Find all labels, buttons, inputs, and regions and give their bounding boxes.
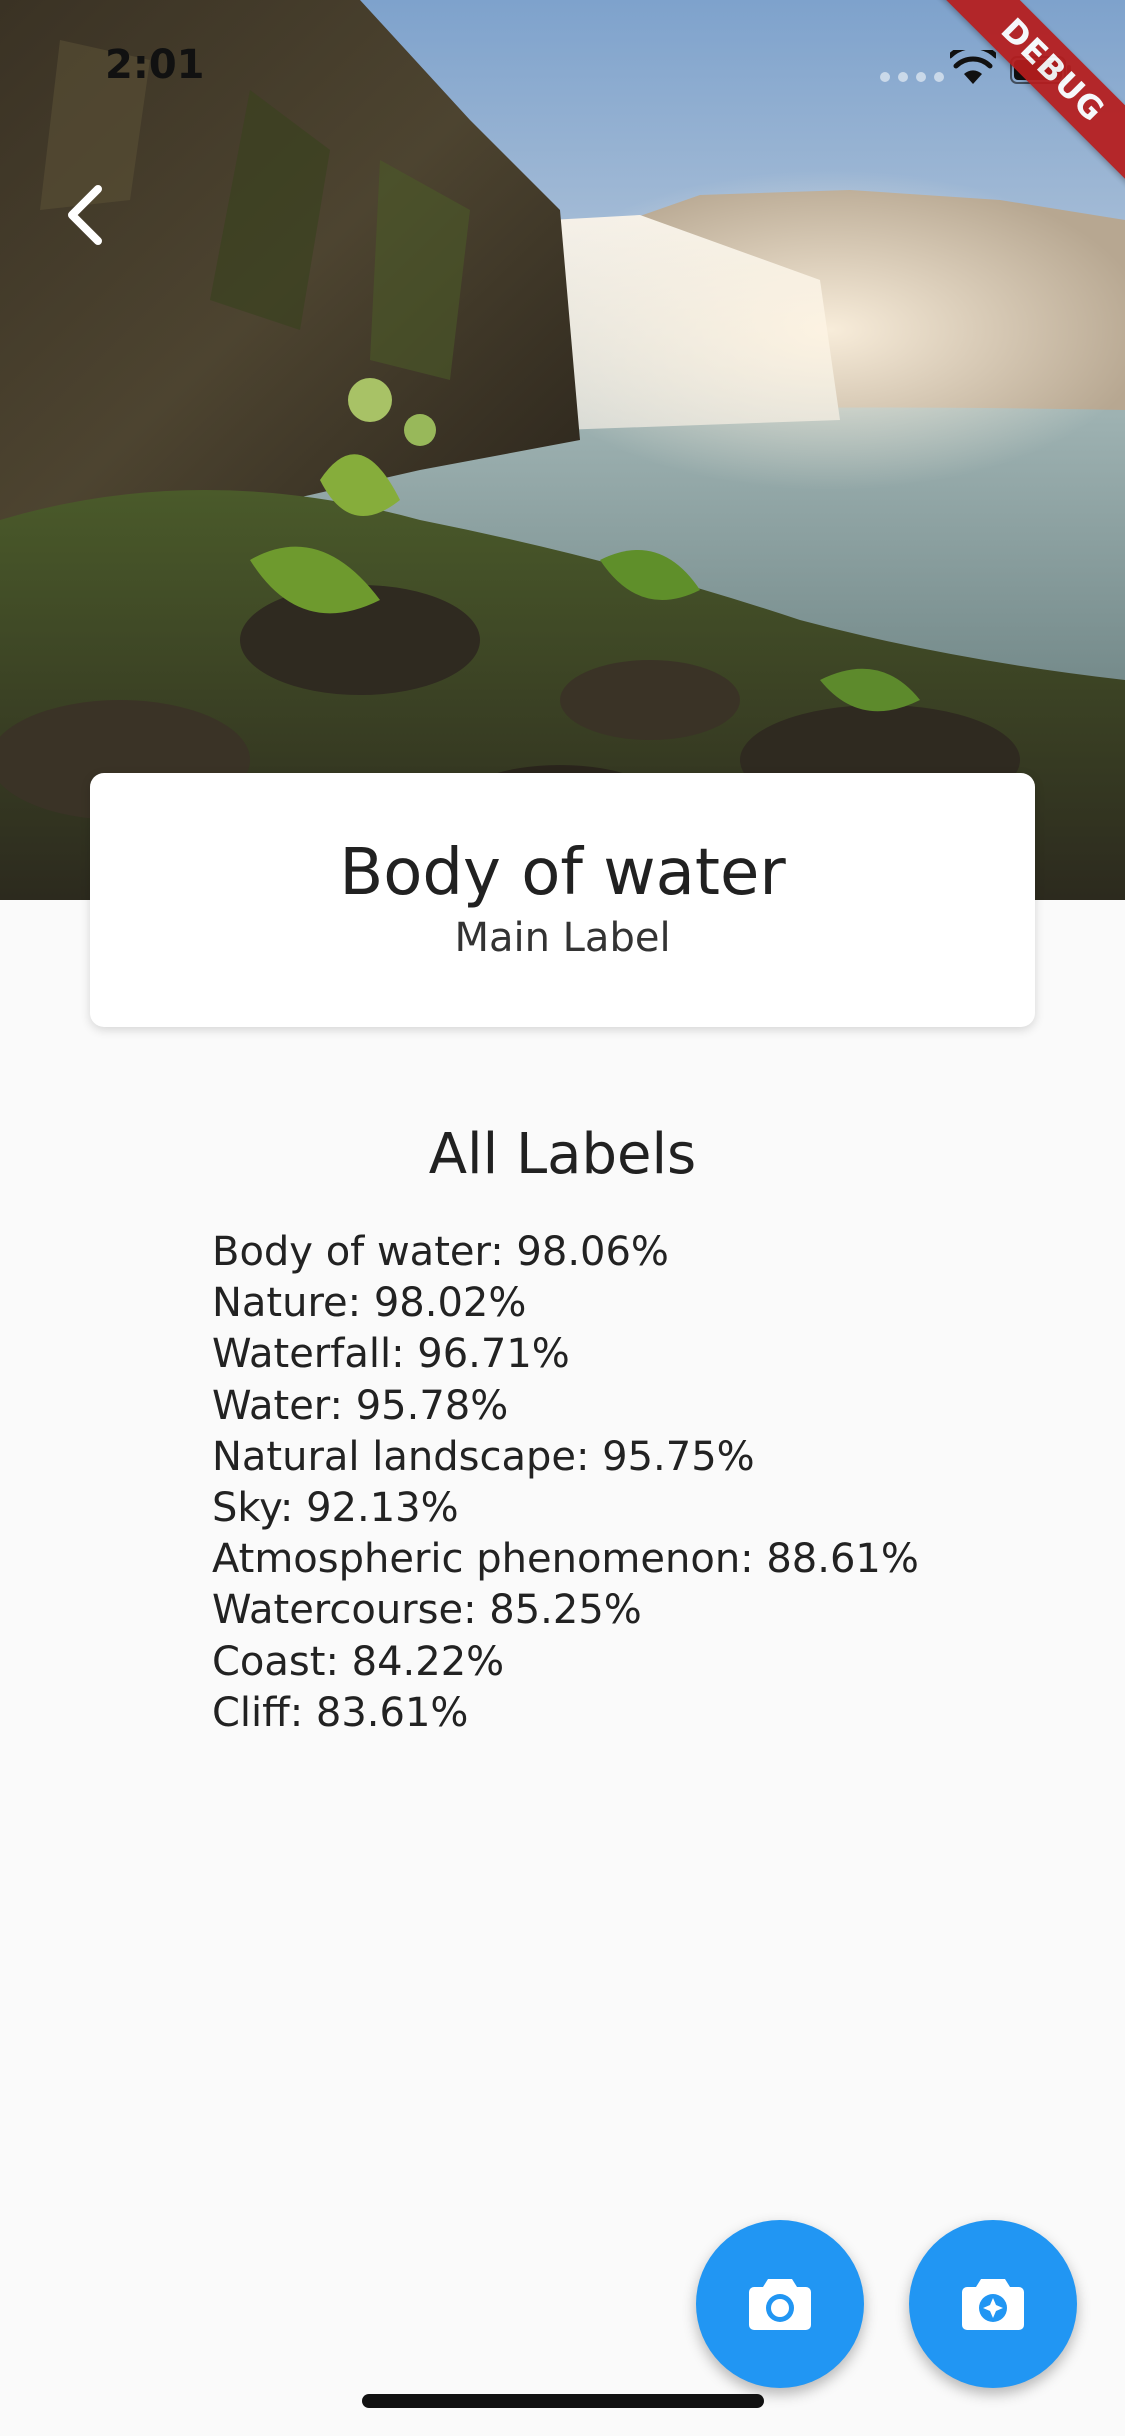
status-time: 2:01 [105,42,205,88]
chevron-left-icon [68,185,102,245]
list-item: Water: 95.78% [212,1382,509,1429]
labels-list: Body of water: 98.06% Nature: 98.02% Wat… [212,1227,919,1739]
main-label-card: Body of water Main Label [90,773,1035,1027]
list-item: Coast: 84.22% [212,1638,505,1685]
list-item: Nature: 98.02% [212,1280,527,1327]
list-item: Waterfall: 96.71% [212,1331,570,1378]
main-label-subtitle: Main Label [454,914,671,961]
list-item: Sky: 92.13% [212,1485,459,1532]
status-bar: 2:01 [0,0,1125,140]
wifi-icon [950,50,996,84]
pick-image-button[interactable] [909,2220,1077,2388]
list-item: Cliff: 83.61% [212,1689,469,1736]
camera-enhance-icon [962,2279,1024,2330]
cellular-signal-icon [880,72,944,82]
list-item: Body of water: 98.06% [212,1229,669,1275]
list-item: Watercourse: 85.25% [212,1587,642,1634]
all-labels-heading: All Labels [428,1122,697,1187]
home-indicator[interactable] [362,2394,764,2408]
main-label-title: Body of water [339,836,786,910]
take-photo-button[interactable] [696,2220,864,2388]
camera-icon [749,2279,811,2330]
list-item: Atmospheric phenomenon: 88.61% [212,1536,919,1583]
list-item: Natural landscape: 95.75% [212,1433,755,1480]
back-button[interactable] [40,170,130,260]
